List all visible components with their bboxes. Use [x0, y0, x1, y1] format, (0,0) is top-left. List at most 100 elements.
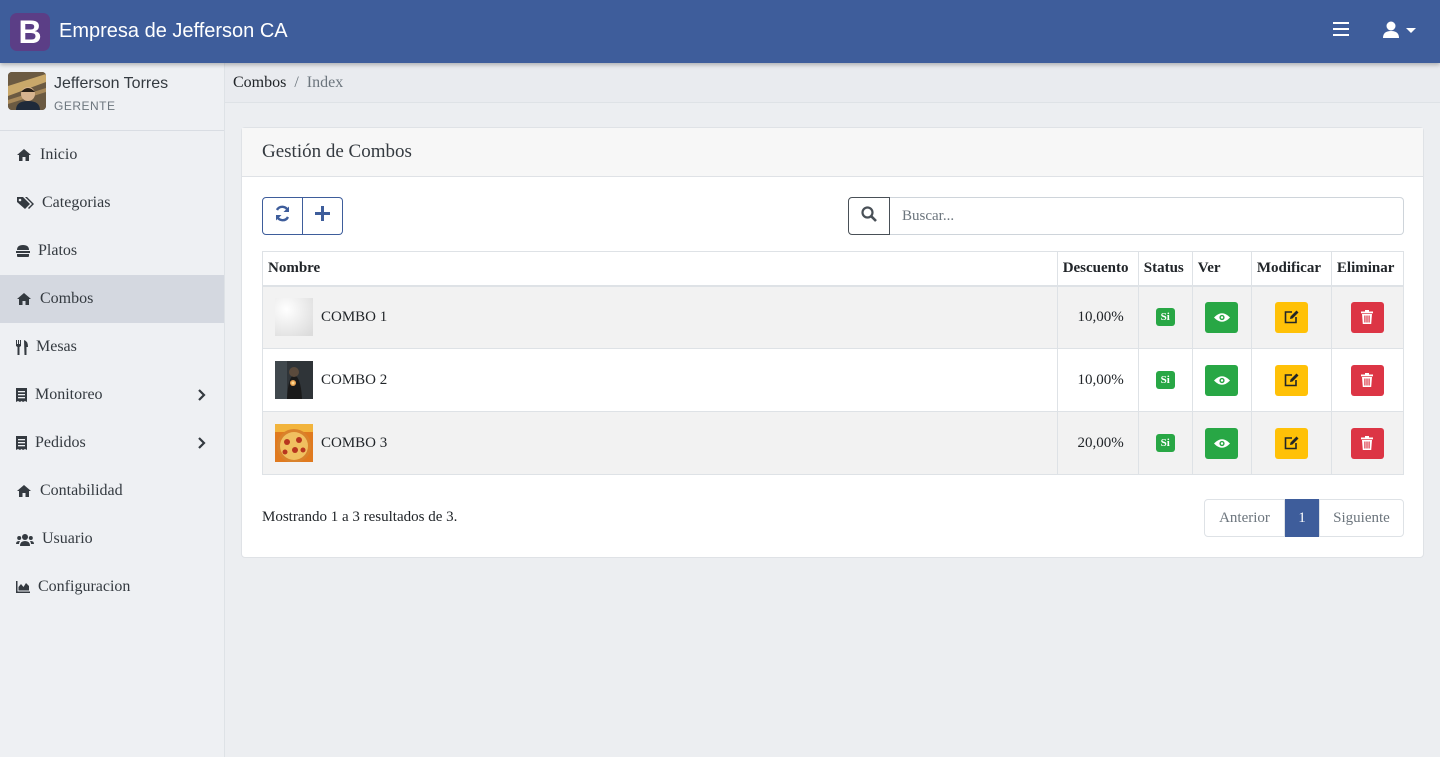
sidebar-menu: Inicio Categorias Platos Combos Mesas Mo…	[0, 131, 224, 611]
combo-name: COMBO 3	[321, 434, 388, 451]
edit-button[interactable]	[1274, 364, 1308, 396]
col-status[interactable]: Status	[1137, 251, 1193, 287]
view-cell	[1191, 285, 1252, 349]
name-cell-content: COMBO 2	[268, 361, 1052, 399]
users-icon	[16, 531, 34, 547]
eye-icon	[1213, 438, 1230, 448]
refresh-icon	[274, 205, 291, 227]
col-modificar[interactable]: Modificar	[1250, 251, 1332, 287]
sidebar-item-monitoreo[interactable]: Monitoreo	[0, 371, 224, 419]
combo-name: COMBO 2	[321, 371, 388, 388]
receipt-icon	[16, 387, 27, 403]
brand-name[interactable]: Empresa de Jefferson CA	[59, 20, 288, 43]
delete-button[interactable]	[1350, 364, 1384, 396]
home-icon	[16, 147, 32, 163]
eye-icon	[1213, 375, 1230, 385]
sidebar-item-label: Pedidos	[35, 434, 86, 451]
search-group	[848, 197, 1404, 235]
search-button[interactable]	[848, 197, 890, 235]
breadcrumb-combos[interactable]: Combos	[233, 74, 286, 92]
refresh-button[interactable]	[262, 197, 303, 235]
view-button[interactable]	[1205, 301, 1239, 333]
plus-icon	[315, 206, 330, 226]
combos-table: Nombre Descuento Status Ver Modificar El…	[262, 251, 1405, 475]
name-cell: COMBO 2	[262, 348, 1058, 412]
pagination-page-1[interactable]: 1	[1285, 499, 1319, 537]
add-combo-button[interactable]	[303, 197, 343, 235]
edit-icon	[1284, 310, 1299, 324]
tags-icon	[16, 195, 34, 211]
sidebar-item-label: Platos	[38, 242, 78, 259]
brand-logo[interactable]: B	[10, 13, 50, 51]
receipt-icon	[16, 435, 27, 451]
sidebar-item-label: Mesas	[36, 338, 77, 355]
sidebar-item-label: Inicio	[40, 146, 78, 163]
combo-discount: 10,00%	[1056, 348, 1139, 412]
pagination: Anterior 1 Siguiente	[1204, 499, 1404, 537]
sidebar-item-usuario[interactable]: Usuario	[0, 515, 224, 563]
top-navbar: B Empresa de Jefferson CA	[0, 0, 1440, 63]
edit-icon	[1284, 436, 1299, 450]
status-badge: Si	[1155, 308, 1175, 327]
sidebar-item-platos[interactable]: Platos	[0, 227, 224, 275]
name-cell: COMBO 1	[262, 285, 1058, 349]
sidebar-item-pedidos[interactable]: Pedidos	[0, 419, 224, 467]
view-cell	[1191, 411, 1252, 475]
eye-icon	[1213, 313, 1230, 322]
col-nombre[interactable]: Nombre	[262, 251, 1058, 287]
edit-button[interactable]	[1274, 427, 1308, 459]
edit-cell	[1250, 348, 1332, 412]
col-descuento[interactable]: Descuento	[1056, 251, 1139, 287]
trash-icon	[1361, 436, 1374, 450]
col-eliminar[interactable]: Eliminar	[1330, 251, 1405, 287]
sidebar-item-categorias[interactable]: Categorias	[0, 179, 224, 227]
pagination-prev[interactable]: Anterior	[1204, 499, 1285, 537]
trash-icon	[1361, 373, 1374, 387]
sidebar-item-label: Configuracion	[38, 578, 131, 595]
sidebar-item-combos[interactable]: Combos	[0, 275, 224, 323]
chart-area-icon	[16, 579, 30, 595]
edit-button[interactable]	[1274, 301, 1308, 333]
view-cell	[1191, 348, 1252, 412]
pagination-next[interactable]: Siguiente	[1319, 499, 1404, 537]
sidebar-item-configuracion[interactable]: Configuracion	[0, 563, 224, 611]
sidebar-item-mesas[interactable]: Mesas	[0, 323, 224, 371]
name-cell: COMBO 3	[262, 411, 1058, 475]
edit-cell	[1250, 285, 1332, 349]
user-dropdown-icon[interactable]	[1382, 20, 1418, 42]
edit-icon	[1284, 373, 1299, 387]
avatar[interactable]	[8, 72, 46, 110]
name-cell-content: COMBO 1	[268, 298, 1052, 337]
results-summary: Mostrando 1 a 3 resultados de 3.	[262, 509, 458, 525]
sidebar-item-contabilidad[interactable]: Contabilidad	[0, 467, 224, 515]
combo-discount: 10,00%	[1056, 285, 1139, 349]
view-button[interactable]	[1205, 364, 1239, 396]
breadcrumb: Combos / Index	[225, 63, 1440, 103]
user-role: GERENTE	[54, 99, 116, 113]
table-header-row: Nombre Descuento Status Ver Modificar El…	[262, 251, 1405, 287]
chevron-right-icon	[198, 388, 206, 402]
utensils-icon	[16, 339, 28, 355]
bars-icon[interactable]	[1333, 22, 1349, 40]
delete-button[interactable]	[1350, 427, 1384, 459]
search-icon	[861, 205, 877, 227]
user-name: Jefferson Torres	[54, 75, 169, 92]
sidebar: Jefferson Torres GERENTE Inicio Categori…	[0, 63, 225, 757]
combo-thumbnail	[275, 361, 313, 399]
sidebar-item-inicio[interactable]: Inicio	[0, 131, 224, 179]
sidebar-item-label: Usuario	[42, 530, 93, 547]
combo-thumbnail	[275, 298, 313, 337]
status-cell: Si	[1137, 348, 1193, 412]
search-input[interactable]	[890, 197, 1404, 235]
home-icon	[16, 483, 32, 499]
sidebar-item-label: Contabilidad	[40, 482, 123, 499]
col-ver[interactable]: Ver	[1191, 251, 1252, 287]
table-row: COMBO 1 10,00% Si	[262, 285, 1405, 349]
view-button[interactable]	[1205, 427, 1239, 459]
delete-button[interactable]	[1350, 301, 1384, 333]
table-row: COMBO 3 20,00% Si	[262, 411, 1405, 475]
delete-cell	[1330, 411, 1405, 475]
sidebar-item-label: Categorias	[42, 194, 111, 211]
delete-cell	[1330, 285, 1405, 349]
status-badge: Si	[1155, 371, 1175, 389]
